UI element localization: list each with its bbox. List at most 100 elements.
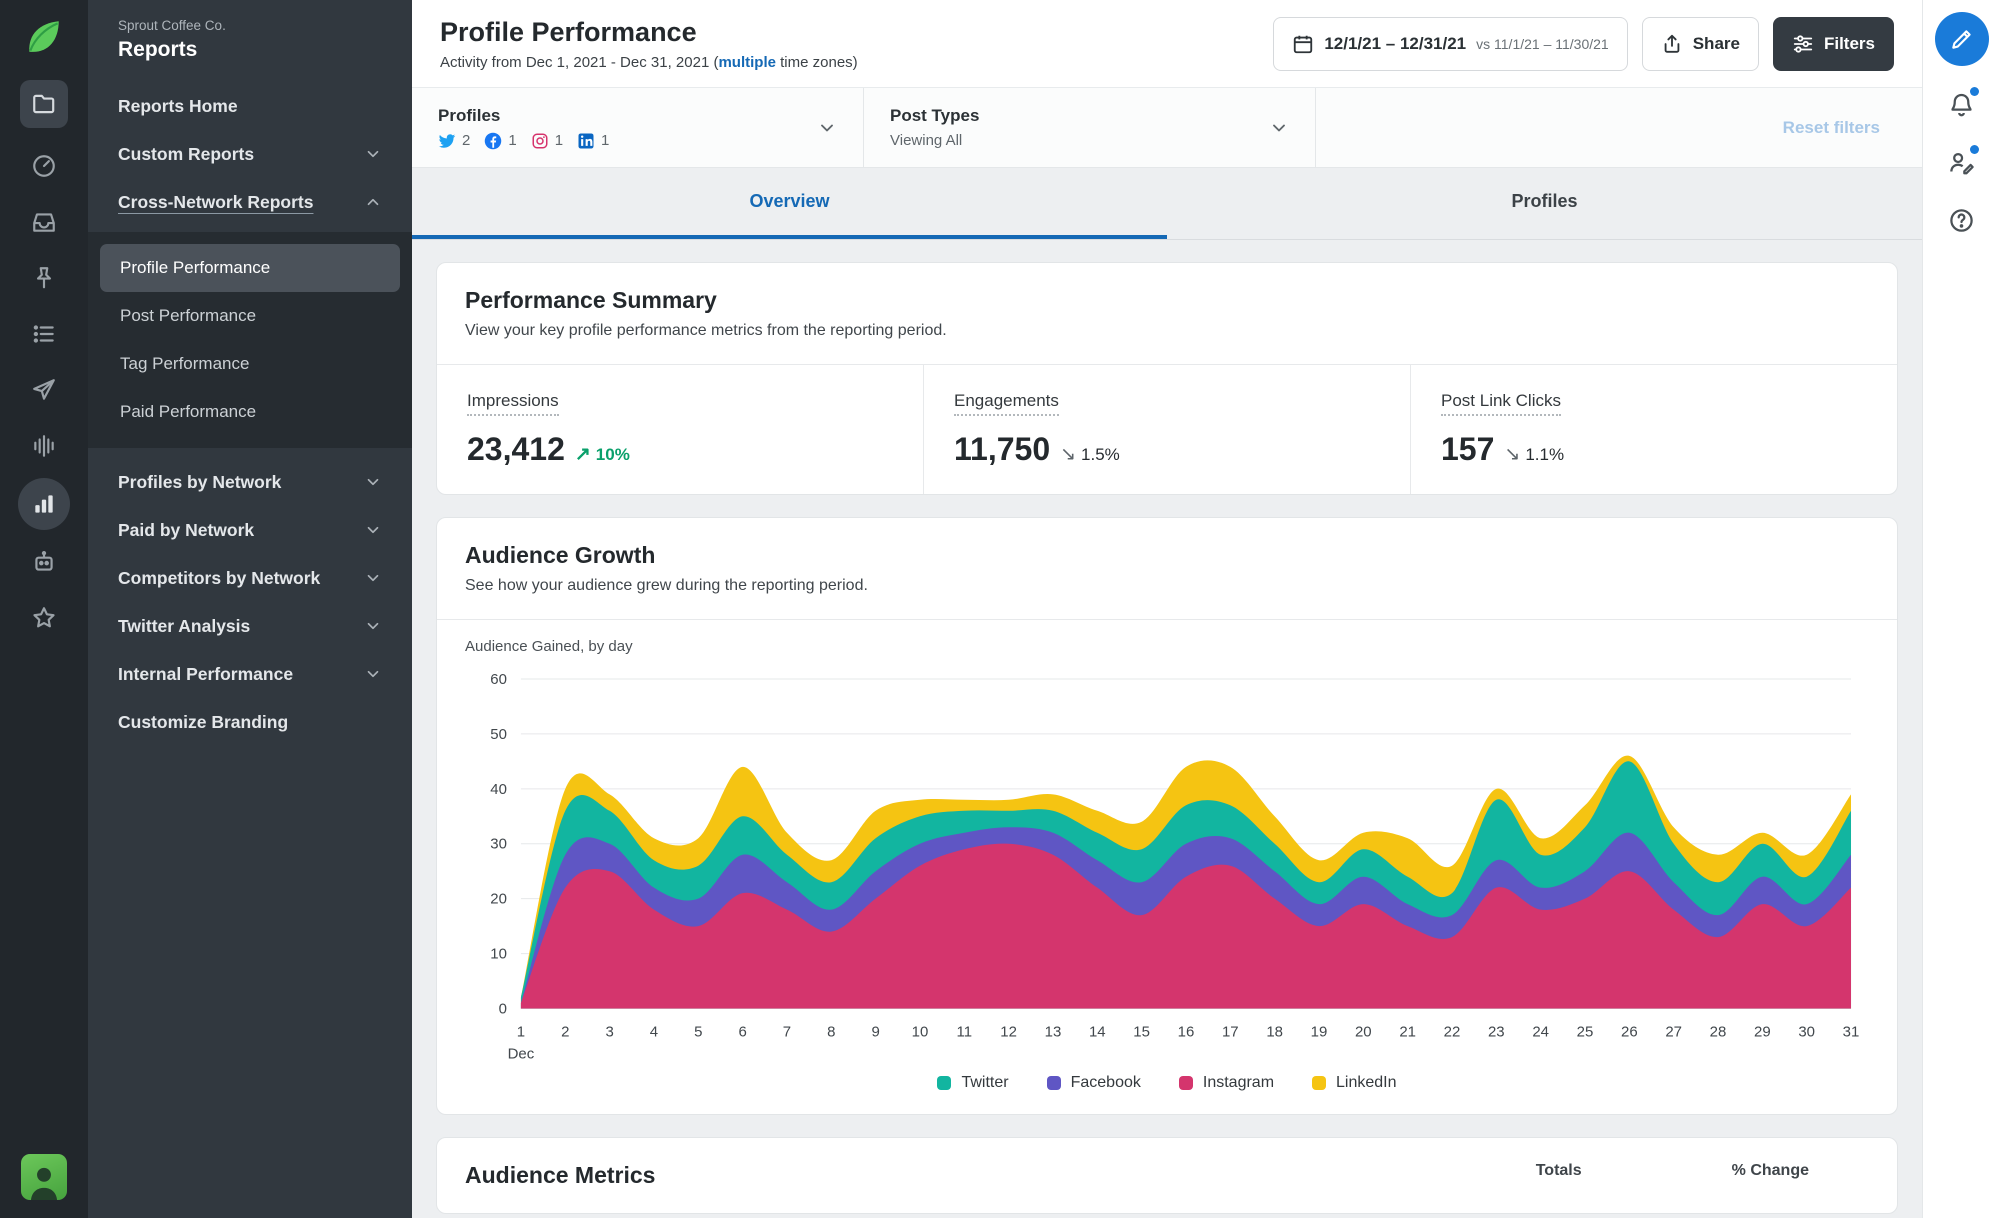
svg-text:30: 30 (1798, 1023, 1815, 1040)
svg-text:20: 20 (1355, 1023, 1372, 1040)
share-button[interactable]: Share (1641, 16, 1759, 71)
metric-label[interactable]: Impressions (467, 391, 559, 416)
report-content: Performance Summary View your key profil… (412, 240, 1922, 1218)
metric-label[interactable]: Post Link Clicks (1441, 391, 1561, 416)
metric-value: 23,412 (467, 431, 565, 467)
sidebar-item-paid-performance[interactable]: Paid Performance (100, 388, 400, 436)
inbox-icon (33, 213, 55, 232)
chart-legend: Twitter Facebook Instagram LinkedIn (465, 1074, 1869, 1092)
legend-item-linkedin[interactable]: LinkedIn (1312, 1074, 1397, 1092)
page-header: Profile Performance Activity from Dec 1,… (412, 0, 1922, 88)
list-icon (33, 325, 54, 343)
calendar-icon (1294, 35, 1313, 53)
svg-text:2: 2 (561, 1023, 569, 1040)
paper-plane-icon (33, 379, 55, 400)
date-range-button[interactable]: 12/1/21 – 12/31/21 vs 11/1/21 – 11/30/21 (1273, 16, 1628, 71)
svg-text:25: 25 (1577, 1023, 1594, 1040)
metric-value: 11,750 (954, 431, 1051, 467)
svg-text:9: 9 (871, 1023, 879, 1040)
metric-label[interactable]: Engagements (954, 391, 1059, 416)
notification-dot (1969, 87, 1979, 96)
linkedin-count: 1 (577, 132, 609, 150)
bot-icon (35, 550, 53, 571)
svg-text:50: 50 (490, 726, 507, 743)
card-subtitle: See how your audience grew during the re… (465, 577, 868, 594)
instagram-count: 1 (531, 132, 563, 150)
main-content: Profile Performance Activity from Dec 1,… (412, 0, 1922, 1218)
facebook-swatch (1046, 1076, 1061, 1091)
svg-text:11: 11 (957, 1023, 973, 1040)
linkedin-icon (578, 133, 594, 148)
svg-text:14: 14 (1089, 1023, 1106, 1040)
chevron-down-icon (367, 526, 379, 534)
sidebar-item-tag-performance[interactable]: Tag Performance (100, 340, 400, 388)
card-title: Audience Metrics (465, 1162, 656, 1189)
svg-text:20: 20 (490, 891, 507, 908)
chevron-down-icon (821, 124, 833, 131)
chart-axis-label: Audience Gained, by day (465, 638, 633, 655)
card-title: Performance Summary (465, 287, 717, 313)
sidebar-item-post-performance[interactable]: Post Performance (100, 292, 400, 340)
svg-text:13: 13 (1045, 1023, 1062, 1040)
legend-item-facebook[interactable]: Facebook (1046, 1074, 1141, 1092)
filters-button[interactable]: Filters (1772, 16, 1894, 71)
sidebar-item-twitter-analysis[interactable]: Twitter Analysis (88, 602, 412, 650)
metric-delta: ↘ 1.1% (1504, 444, 1565, 465)
notifications-button[interactable] (1942, 84, 1982, 124)
sidebar-item-competitors-by-network[interactable]: Competitors by Network (88, 554, 412, 602)
utility-rail (1922, 0, 2000, 1218)
svg-text:26: 26 (1621, 1023, 1638, 1040)
publish-button[interactable] (20, 366, 68, 414)
post-types-value: Viewing All (890, 132, 963, 149)
pin-button[interactable] (20, 254, 68, 302)
sprout-logo-icon[interactable] (23, 16, 65, 58)
automation-button[interactable] (20, 538, 68, 586)
post-types-filter[interactable]: Post Types Viewing All (864, 88, 1316, 167)
dashboard-button[interactable] (20, 142, 68, 190)
profiles-filter[interactable]: Profiles 2 1 1 1 (412, 88, 864, 167)
compose-button[interactable] (1934, 12, 1989, 66)
legend-item-instagram[interactable]: Instagram (1178, 1074, 1274, 1092)
svg-text:10: 10 (912, 1023, 929, 1040)
tab-overview[interactable]: Overview (412, 168, 1167, 239)
queue-button[interactable] (20, 310, 68, 358)
report-tabs: Overview Profiles (412, 168, 1922, 240)
user-avatar[interactable] (21, 1154, 67, 1200)
svg-text:17: 17 (1222, 1023, 1239, 1040)
sidebar-item-paid-by-network[interactable]: Paid by Network (88, 506, 412, 554)
sidebar-item-cross-network-reports[interactable]: Cross-Network Reports (88, 178, 412, 226)
svg-text:27: 27 (1665, 1023, 1682, 1040)
instagram-swatch (1178, 1076, 1193, 1091)
tab-profiles[interactable]: Profiles (1167, 168, 1922, 239)
legend-item-twitter[interactable]: Twitter (937, 1074, 1009, 1092)
svg-text:30: 30 (490, 836, 507, 853)
reset-filters-button[interactable]: Reset filters (1783, 118, 1880, 138)
sidebar-item-custom-reports[interactable]: Custom Reports (88, 130, 412, 178)
sidebar-item-profiles-by-network[interactable]: Profiles by Network (88, 458, 412, 506)
timezones-link[interactable]: multiple (718, 54, 776, 71)
help-button[interactable] (1942, 200, 1982, 240)
sidebar-item-reports-home[interactable]: Reports Home (88, 82, 412, 130)
sidebar-item-customize-branding[interactable]: Customize Branding (88, 698, 412, 746)
page-title: Profile Performance (440, 16, 697, 47)
metric-delta: ↗ 10% (574, 444, 630, 465)
reports-app-button[interactable] (20, 80, 68, 128)
audience-growth-card: Audience Growth See how your audience gr… (436, 517, 1898, 1116)
sidebar-item-internal-performance[interactable]: Internal Performance (88, 650, 412, 698)
listening-button[interactable] (20, 422, 68, 470)
favorites-button[interactable] (20, 594, 68, 642)
twitter-swatch (937, 1076, 952, 1091)
svg-text:18: 18 (1266, 1023, 1283, 1040)
sidebar-item-profile-performance[interactable]: Profile Performance (100, 244, 400, 292)
page-subtitle: Activity from Dec 1, 2021 - Dec 31, 2021… (440, 53, 858, 71)
svg-text:10: 10 (490, 946, 507, 963)
card-subtitle: View your key profile performance metric… (465, 322, 947, 339)
waveform-icon (34, 435, 54, 457)
inbox-button[interactable] (20, 198, 68, 246)
folder-icon (33, 94, 55, 114)
analytics-button[interactable] (18, 478, 70, 530)
svg-text:0: 0 (499, 1000, 507, 1017)
bar-chart-icon (35, 495, 53, 513)
gauge-icon (33, 155, 55, 177)
feedback-button[interactable] (1942, 142, 1982, 182)
